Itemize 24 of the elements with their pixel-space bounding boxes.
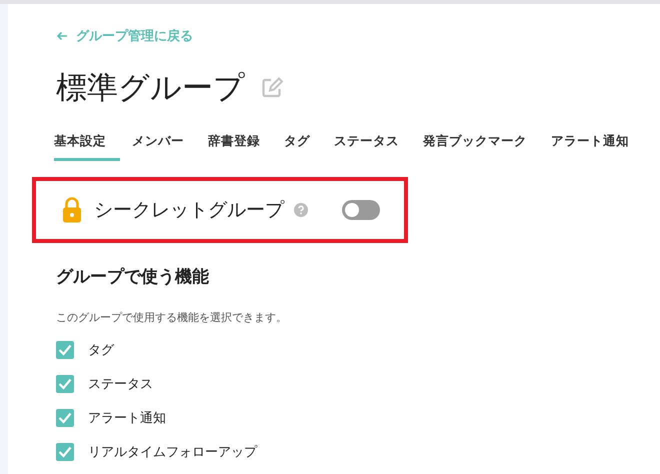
tab[interactable]: 辞書登録 — [196, 127, 272, 161]
tab[interactable]: アラート通知 — [539, 127, 641, 161]
edit-icon[interactable] — [261, 77, 283, 99]
page-title: 標準グループ — [56, 69, 245, 108]
checkbox[interactable] — [56, 409, 74, 427]
tab[interactable]: タグ — [272, 127, 322, 161]
tab[interactable]: 基本設定 — [54, 127, 120, 161]
back-arrow-icon — [56, 31, 68, 41]
section-description: このグループで使用する機能を選択できます。 — [56, 310, 288, 325]
checkbox-label: リアルタイムフォローアップ — [88, 444, 257, 461]
section-heading: グループで使う機能 — [56, 266, 210, 288]
secret-group-label: シークレットグループ — [94, 198, 284, 223]
checkbox[interactable] — [56, 375, 74, 393]
checkbox-label: アラート通知 — [88, 410, 166, 427]
checkbox-label: ステータス — [88, 376, 153, 393]
help-icon[interactable] — [294, 203, 308, 217]
toggle-switch[interactable] — [342, 200, 380, 220]
tab[interactable]: ステータス — [322, 127, 411, 161]
lock-icon — [62, 197, 82, 223]
tab[interactable]: メンバー — [120, 127, 196, 161]
checkbox[interactable] — [56, 443, 74, 461]
checkbox-label: タグ — [88, 342, 114, 359]
tab[interactable]: 発言ブックマーク — [411, 127, 539, 161]
checkbox[interactable] — [56, 341, 74, 359]
